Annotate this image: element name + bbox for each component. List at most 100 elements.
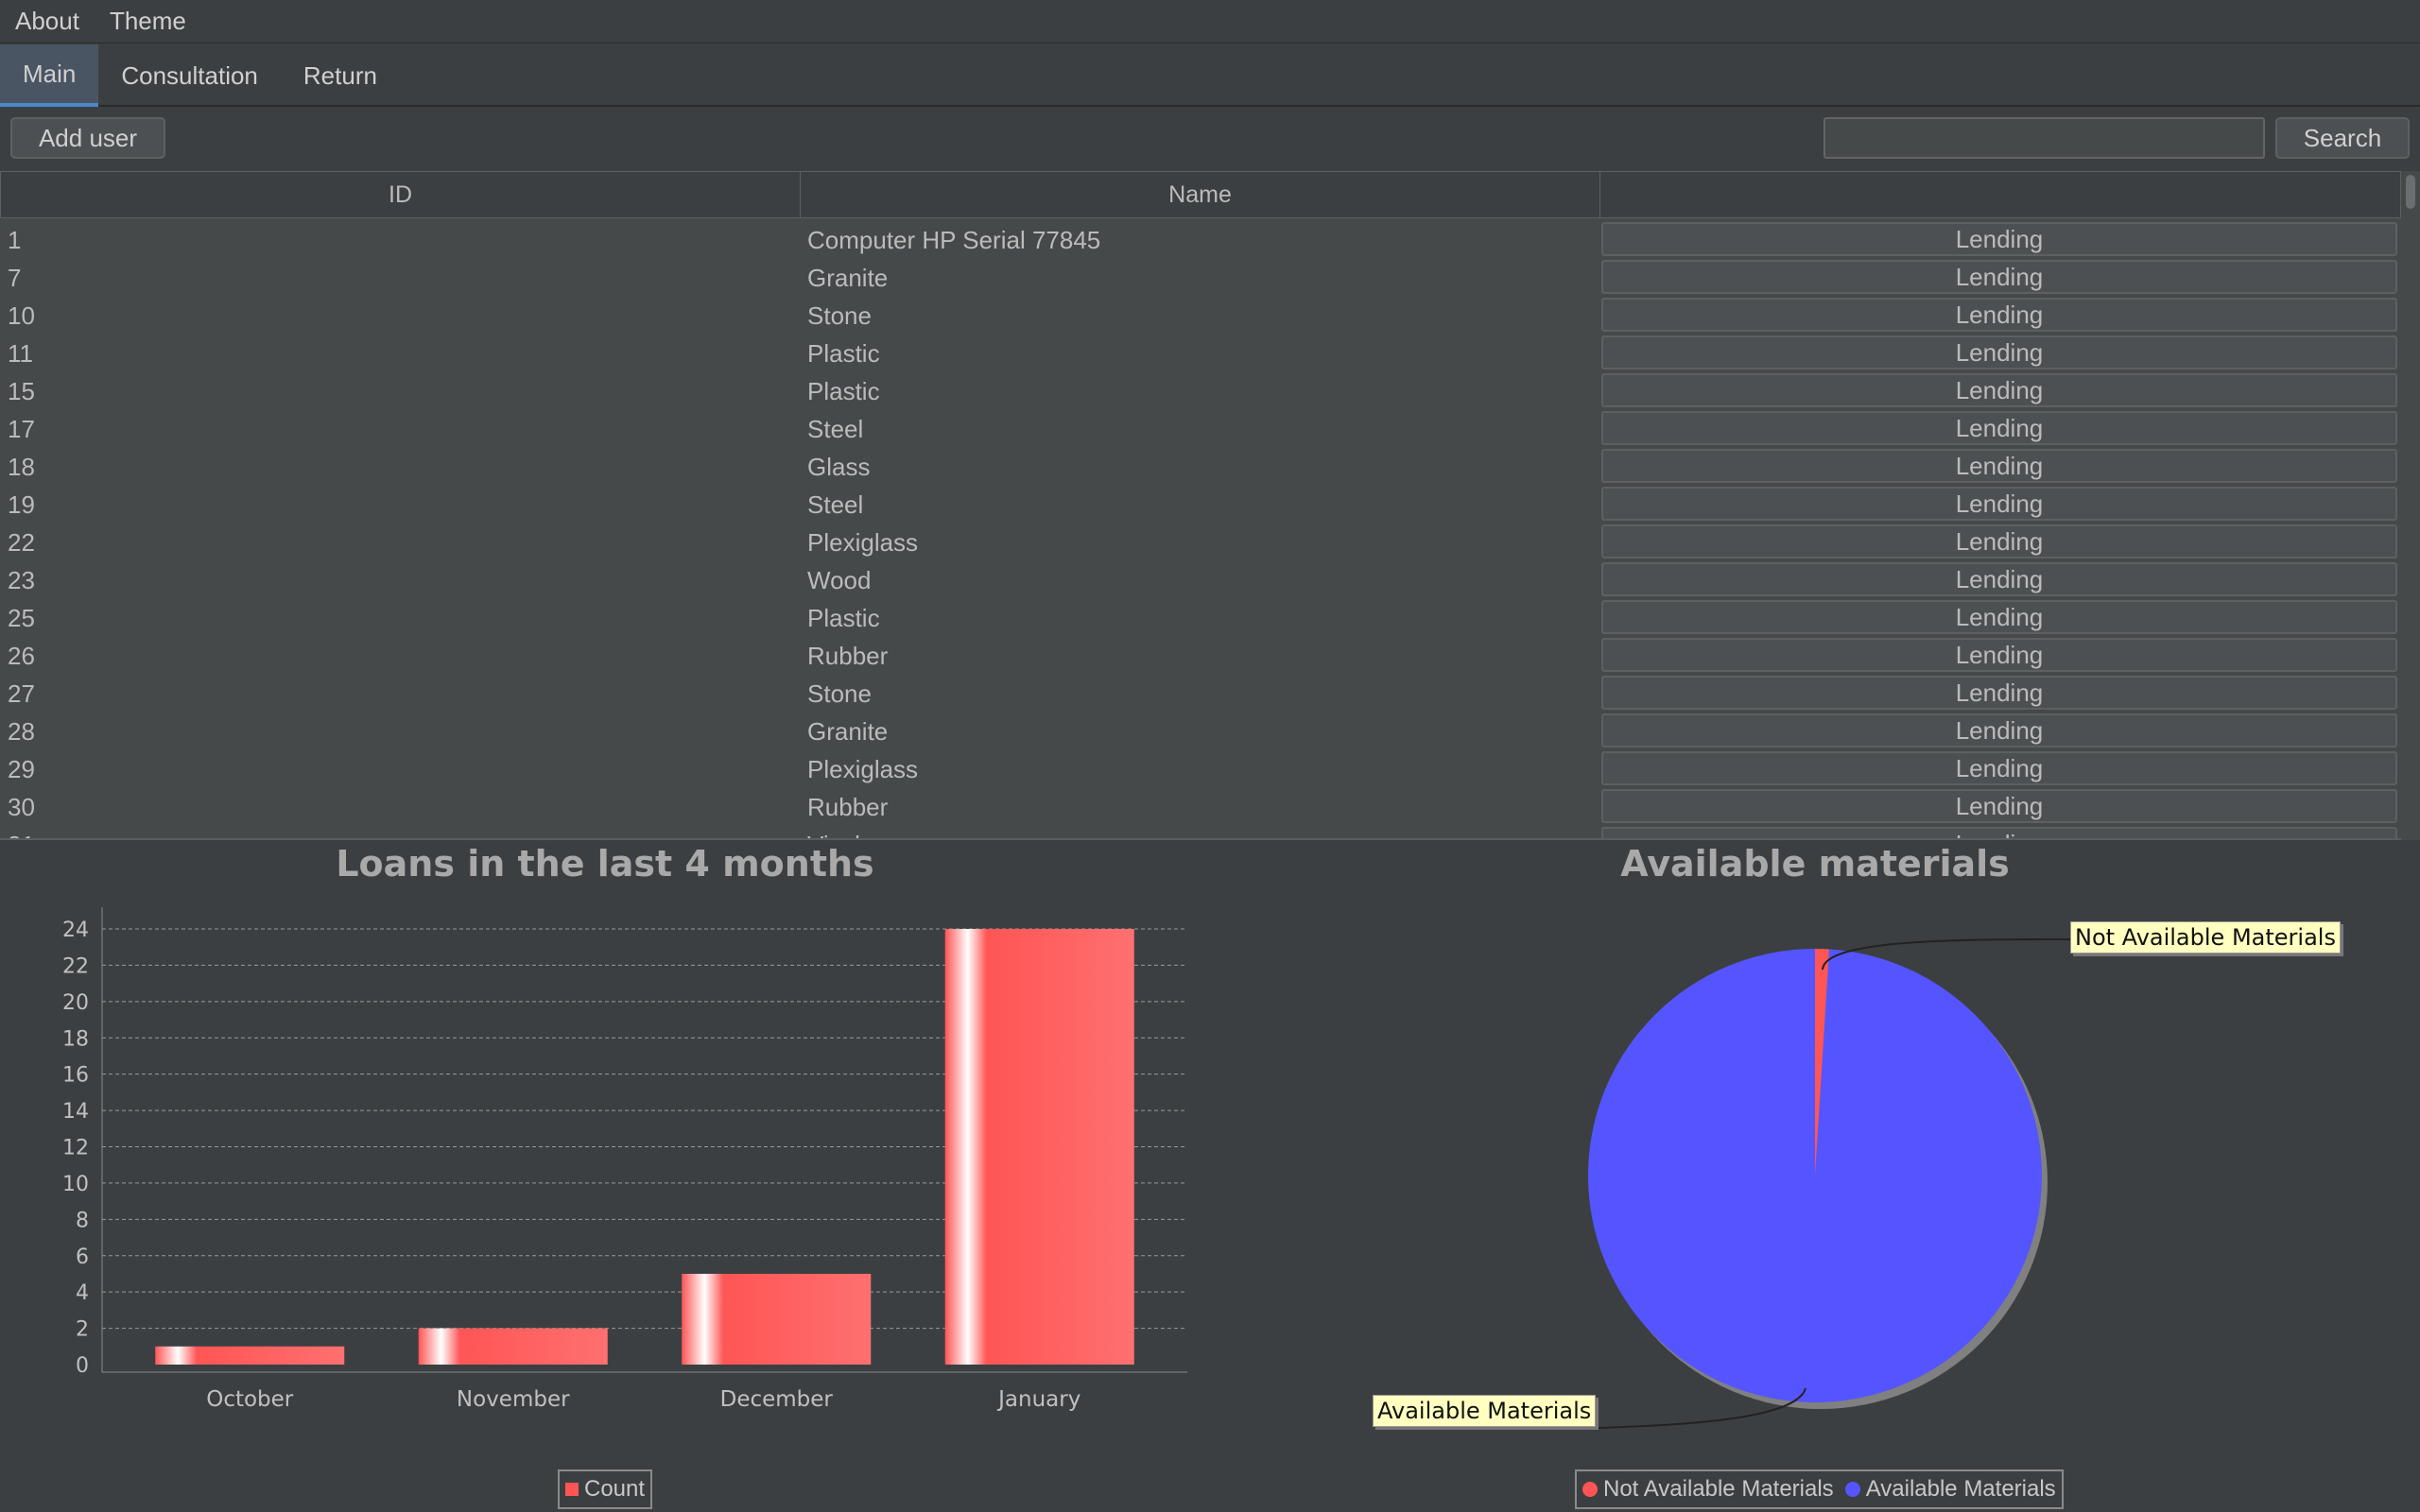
lending-button[interactable]: Lending xyxy=(1601,676,2397,710)
tab-return[interactable]: Return xyxy=(281,44,400,107)
table-row[interactable]: 17 Steel Lending xyxy=(0,409,2401,447)
tab-main[interactable]: Main xyxy=(0,44,99,107)
cell-name: Vinyl xyxy=(807,831,860,838)
table-row[interactable]: 7 Granite Lending xyxy=(0,258,2401,296)
cell-name: Glass xyxy=(807,453,871,481)
cell-id: 28 xyxy=(8,717,35,746)
cell-id: 10 xyxy=(8,301,35,330)
tab-consultation[interactable]: Consultation xyxy=(98,44,281,107)
search-input[interactable] xyxy=(1824,117,2265,159)
bar-january[interactable] xyxy=(944,929,1134,1365)
cell-id: 11 xyxy=(8,339,33,368)
cell-name: Granite xyxy=(807,264,889,292)
y-tick-label: 8 xyxy=(76,1209,89,1232)
y-tick-label: 14 xyxy=(62,1100,89,1124)
lending-button[interactable]: Lending xyxy=(1601,335,2397,369)
cell-id: 26 xyxy=(8,642,35,670)
table-row[interactable]: 27 Stone Lending xyxy=(0,674,2401,712)
table-row[interactable]: 26 Rubber Lending xyxy=(0,636,2401,674)
x-tick-label: October xyxy=(206,1387,294,1412)
cell-id: 27 xyxy=(8,679,35,708)
table-row[interactable]: 15 Plastic Lending xyxy=(0,371,2401,409)
search-button[interactable]: Search xyxy=(2275,117,2410,159)
cell-name: Steel xyxy=(807,415,864,443)
lending-button[interactable]: Lending xyxy=(1601,487,2397,521)
cell-name: Plastic xyxy=(807,604,880,632)
legend-swatch-available xyxy=(1844,1482,1860,1497)
bar-chart-legend: Count xyxy=(558,1469,653,1509)
cell-id: 25 xyxy=(8,604,35,632)
lending-button[interactable]: Lending xyxy=(1601,562,2397,596)
pie-slice-1[interactable] xyxy=(1588,949,2042,1402)
table-row[interactable]: 11 Plastic Lending xyxy=(0,334,2401,371)
y-tick-label: 16 xyxy=(62,1064,89,1088)
legend-label-not-available: Not Available Materials xyxy=(1603,1476,1834,1502)
column-header-name[interactable]: Name xyxy=(800,171,1600,218)
bar-october[interactable] xyxy=(155,1346,345,1365)
menu-bar: About Theme xyxy=(0,0,2420,43)
lending-button[interactable]: Lending xyxy=(1601,373,2397,407)
cell-name: Stone xyxy=(807,301,872,330)
table-scrollbar[interactable] xyxy=(2401,171,2420,840)
cell-name: Rubber xyxy=(807,793,889,821)
table-row[interactable]: 30 Rubber Lending xyxy=(0,787,2401,825)
bar-november[interactable] xyxy=(418,1328,608,1365)
menu-about[interactable]: About xyxy=(0,7,95,36)
add-user-button[interactable]: Add user xyxy=(10,117,165,159)
cell-name: Rubber xyxy=(807,642,889,670)
lending-button[interactable]: Lending xyxy=(1601,638,2397,672)
table-row[interactable]: 23 Wood Lending xyxy=(0,560,2401,598)
column-header-id[interactable]: ID xyxy=(0,171,801,218)
table-row[interactable]: 28 Granite Lending xyxy=(0,712,2401,749)
scrollbar-thumb[interactable] xyxy=(2406,175,2415,209)
lending-button[interactable]: Lending xyxy=(1601,298,2397,332)
lending-button[interactable]: Lending xyxy=(1601,751,2397,785)
table-row[interactable]: 10 Stone Lending xyxy=(0,296,2401,334)
legend-swatch-count xyxy=(565,1483,579,1496)
bar-chart: 024681012141618202224October November Dece… xyxy=(62,907,1187,1412)
lending-button[interactable]: Lending xyxy=(1601,789,2397,823)
table-row[interactable]: 29 Plexiglass Lending xyxy=(0,749,2401,787)
table-row[interactable]: 22 Plexiglass Lending xyxy=(0,523,2401,560)
cell-name: Plexiglass xyxy=(807,755,919,783)
cell-name: Plastic xyxy=(807,377,880,405)
table-row[interactable]: 31 Vinyl Lending xyxy=(0,825,2401,838)
bar-december[interactable] xyxy=(682,1273,872,1365)
tab-bar: Main Consultation Return xyxy=(0,44,2420,107)
lending-button[interactable]: Lending xyxy=(1601,222,2397,256)
column-header-action[interactable] xyxy=(1599,171,2401,218)
lending-button[interactable]: Lending xyxy=(1601,449,2397,483)
y-tick-label: 0 xyxy=(76,1354,89,1378)
x-tick-label: January xyxy=(996,1387,1080,1412)
legend-label-available: Available Materials xyxy=(1865,1476,2056,1502)
lending-button[interactable]: Lending xyxy=(1601,260,2397,294)
legend-label-count: Count xyxy=(584,1476,646,1502)
table-row[interactable]: 19 Steel Lending xyxy=(0,485,2401,523)
y-tick-label: 18 xyxy=(62,1027,89,1051)
table-row[interactable]: 18 Glass Lending xyxy=(0,447,2401,485)
lending-button[interactable]: Lending xyxy=(1601,524,2397,558)
cell-id: 23 xyxy=(8,566,35,594)
y-tick-label: 10 xyxy=(62,1173,89,1196)
y-tick-label: 6 xyxy=(76,1246,89,1269)
cell-id: 17 xyxy=(8,415,35,443)
y-tick-label: 22 xyxy=(62,954,89,978)
cell-name: Plexiglass xyxy=(807,528,919,557)
menu-theme[interactable]: Theme xyxy=(95,7,201,36)
lending-button[interactable]: Lending xyxy=(1601,713,2397,747)
cell-name: Wood xyxy=(807,566,872,594)
pie-label-not-available: Not Available Materials xyxy=(2070,921,2341,954)
table-row[interactable]: 1 Computer HP Serial 77845 Lending xyxy=(0,220,2401,258)
cell-id: 7 xyxy=(8,264,22,292)
pie-chart-legend: Not Available Materials Available Materi… xyxy=(1575,1469,2064,1509)
cell-name: Computer HP Serial 77845 xyxy=(807,226,1101,254)
x-tick-label: November xyxy=(457,1387,570,1412)
cell-name: Stone xyxy=(807,679,872,708)
lending-button[interactable]: Lending xyxy=(1601,827,2397,838)
y-tick-label: 24 xyxy=(62,919,89,942)
lending-button[interactable]: Lending xyxy=(1601,600,2397,634)
lending-button[interactable]: Lending xyxy=(1601,411,2397,445)
table-row[interactable]: 25 Plastic Lending xyxy=(0,598,2401,636)
cell-id: 31 xyxy=(8,831,35,838)
cell-id: 22 xyxy=(8,528,35,557)
